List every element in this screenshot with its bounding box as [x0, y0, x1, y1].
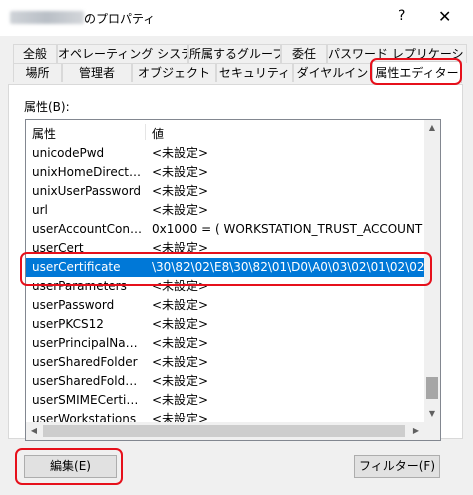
title-bar: のプロパティ ? ✕	[0, 0, 473, 36]
list-row[interactable]: unixUserPassword <未設定>	[26, 182, 424, 201]
row-value: 0x1000 = ( WORKSTATION_TRUST_ACCOUNT )	[152, 222, 424, 236]
tab-dial-in[interactable]: ダイヤルイン	[293, 63, 372, 82]
scrollbar-corner	[424, 422, 440, 440]
row-attribute-name: userAccountControl	[32, 222, 144, 236]
list-row[interactable]: userParameters <未設定>	[26, 277, 424, 296]
row-attribute-name: userCertificate	[32, 260, 121, 274]
list-row[interactable]: unicodePwd <未設定>	[26, 144, 424, 163]
column-header-attribute[interactable]: 属性	[32, 125, 56, 142]
horizontal-scrollbar[interactable]: ◀ ▶	[26, 422, 424, 440]
tab-member-of[interactable]: 所属するグループ	[188, 44, 281, 63]
row-value: <未設定>	[152, 146, 209, 160]
row-value: <未設定>	[152, 241, 209, 255]
tab-object[interactable]: オブジェクト	[132, 63, 216, 82]
filter-button[interactable]: フィルター(F)	[354, 455, 440, 478]
attributes-label: 属性(B):	[24, 100, 70, 114]
row-attribute-name: userPassword	[32, 298, 115, 312]
row-value: <未設定>	[152, 165, 209, 179]
close-button[interactable]: ✕	[438, 7, 451, 26]
row-value: <未設定>	[152, 355, 209, 369]
tab-general[interactable]: 全般	[13, 44, 57, 63]
scroll-right-arrow-icon[interactable]: ▶	[408, 423, 424, 439]
list-row-selected[interactable]: userCertificate \30\82\02\E8\30\82\01\D0\…	[26, 258, 424, 277]
list-row[interactable]: userAccountControl 0x1000 = ( WORKSTATION…	[26, 220, 424, 239]
row-attribute-name: userSharedFolderO...	[32, 374, 144, 388]
row-value: <未設定>	[152, 279, 209, 293]
tab-location[interactable]: 場所	[13, 63, 62, 82]
row-attribute-name: userPKCS12	[32, 317, 104, 331]
horizontal-scroll-thumb[interactable]	[43, 425, 405, 437]
row-value: <未設定>	[152, 317, 209, 331]
scroll-up-arrow-icon[interactable]: ▲	[424, 120, 440, 136]
row-value: <未設定>	[152, 184, 209, 198]
scroll-down-arrow-icon[interactable]: ▼	[424, 406, 440, 422]
list-row[interactable]: url <未設定>	[26, 201, 424, 220]
row-attribute-name: url	[32, 203, 48, 217]
row-attribute-name: userPrincipalName	[32, 336, 144, 350]
row-attribute-name: userSMIMECertificate	[32, 393, 144, 407]
column-separator[interactable]	[145, 124, 146, 140]
vertical-scroll-thumb[interactable]	[426, 377, 438, 399]
redacted-object-name	[10, 11, 84, 24]
row-attribute-name: userSharedFolder	[32, 355, 138, 369]
list-row[interactable]: userSMIMECertificate <未設定>	[26, 391, 424, 410]
column-header-value[interactable]: 値	[152, 125, 164, 142]
list-row[interactable]: userPKCS12 <未設定>	[26, 315, 424, 334]
attribute-list[interactable]: 属性 値 unicodePwd <未設定> unixHomeDirectory <未…	[25, 119, 441, 441]
list-header: 属性 値	[26, 120, 424, 144]
help-button[interactable]: ?	[398, 8, 405, 24]
row-value: <未設定>	[152, 336, 209, 350]
tab-delegation[interactable]: 委任	[281, 44, 327, 63]
tab-security[interactable]: セキュリティ	[216, 63, 293, 82]
row-attribute-name: unixHomeDirectory	[32, 165, 144, 179]
list-row[interactable]: unixHomeDirectory <未設定>	[26, 163, 424, 182]
row-value: <未設定>	[152, 203, 209, 217]
tab-attribute-editor[interactable]: 属性エディター	[372, 61, 462, 83]
window-title: のプロパティ	[84, 12, 156, 26]
list-row[interactable]: userSharedFolderO... <未設定>	[26, 372, 424, 391]
row-value: <未設定>	[152, 374, 209, 388]
scroll-left-arrow-icon[interactable]: ◀	[26, 423, 42, 439]
list-row[interactable]: userSharedFolder <未設定>	[26, 353, 424, 372]
row-attribute-name: userParameters	[32, 279, 127, 293]
tab-operating-system[interactable]: オペレーティング システム	[57, 44, 188, 63]
row-attribute-name: unixUserPassword	[32, 184, 142, 198]
list-row[interactable]: userCert <未設定>	[26, 239, 424, 258]
row-value: \30\82\02\E8\30\82\01\D0\A0\03\02\01\02\…	[152, 260, 424, 274]
tab-managed-by[interactable]: 管理者	[62, 63, 132, 82]
list-row[interactable]: userPassword <未設定>	[26, 296, 424, 315]
edit-button[interactable]: 編集(E)	[24, 455, 117, 478]
row-attribute-name: unicodePwd	[32, 146, 105, 160]
row-value: <未設定>	[152, 393, 209, 407]
row-attribute-name: userCert	[32, 241, 84, 255]
vertical-scrollbar[interactable]: ▲ ▼	[424, 120, 440, 422]
row-value: <未設定>	[152, 298, 209, 312]
list-row[interactable]: userPrincipalName <未設定>	[26, 334, 424, 353]
